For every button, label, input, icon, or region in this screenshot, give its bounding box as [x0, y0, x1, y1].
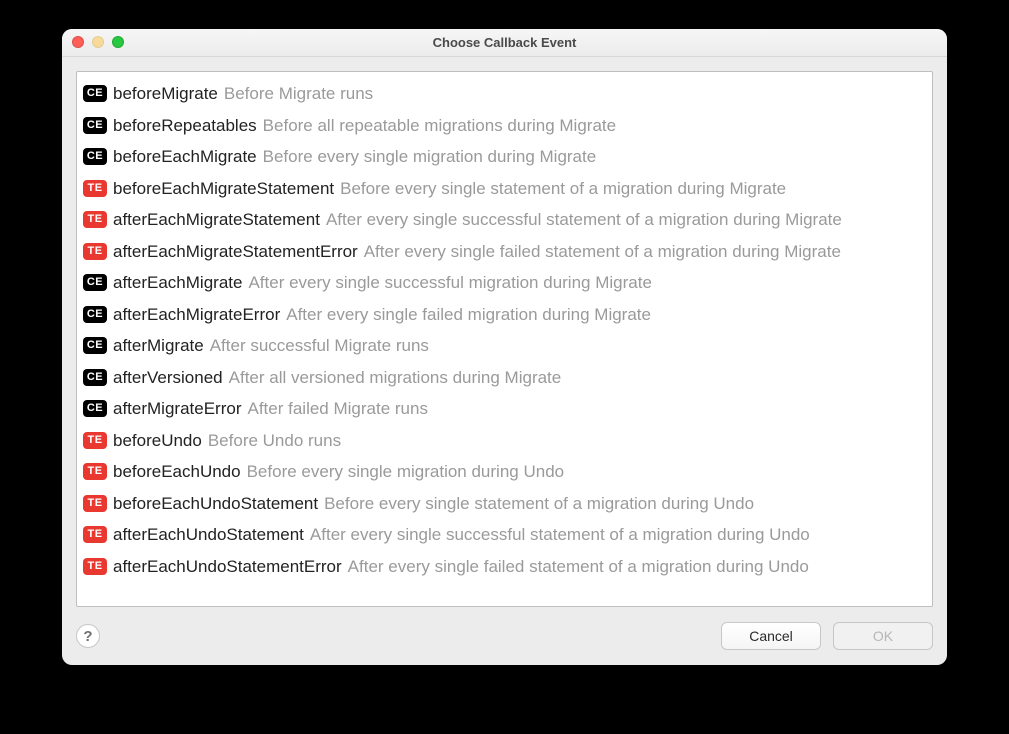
event-description: After every single successful statement … [326, 211, 842, 228]
event-name: beforeUndo [113, 432, 202, 449]
event-name: afterMigrate [113, 337, 204, 354]
event-description: Before every single migration during Mig… [263, 148, 597, 165]
event-name: afterVersioned [113, 369, 223, 386]
list-item[interactable]: TE afterEachMigrateStatement After every s… [83, 204, 928, 236]
ce-badge-icon: CE [83, 148, 107, 165]
te-badge-icon: TE [83, 211, 107, 228]
event-name: beforeEachMigrateStatement [113, 180, 334, 197]
ok-button: OK [833, 622, 933, 650]
event-name: afterMigrateError [113, 400, 241, 417]
window-controls [72, 36, 124, 48]
window-title: Choose Callback Event [433, 35, 577, 50]
list-item[interactable]: TE afterEachMigrateStatementError After ev… [83, 236, 928, 268]
event-description: After every single successful statement … [310, 526, 810, 543]
list-item[interactable]: TE afterEachUndoStatement After every sing… [83, 519, 928, 551]
event-description: After every single failed migration duri… [286, 306, 651, 323]
zoom-icon[interactable] [112, 36, 124, 48]
dialog-body: CE beforeMigrate Before Migrate runs CE befo… [62, 57, 947, 607]
event-name: afterEachMigrateStatement [113, 211, 320, 228]
event-description: Before every single statement of a migra… [324, 495, 754, 512]
te-badge-icon: TE [83, 243, 107, 260]
event-description: After every single failed statement of a… [348, 558, 809, 575]
list-item[interactable]: CE afterEachMigrateError After every singl… [83, 299, 928, 331]
titlebar: Choose Callback Event [62, 29, 947, 57]
te-badge-icon: TE [83, 495, 107, 512]
event-list-frame: CE beforeMigrate Before Migrate runs CE befo… [76, 71, 933, 607]
list-item[interactable]: TE beforeEachUndo Before every single migr… [83, 456, 928, 488]
event-description: After successful Migrate runs [210, 337, 429, 354]
event-name: afterEachMigrateError [113, 306, 280, 323]
te-badge-icon: TE [83, 558, 107, 575]
event-description: Before all repeatable migrations during … [263, 117, 616, 134]
te-badge-icon: TE [83, 432, 107, 449]
ce-badge-icon: CE [83, 85, 107, 102]
ce-badge-icon: CE [83, 369, 107, 386]
event-description: After failed Migrate runs [247, 400, 427, 417]
event-name: afterEachUndoStatementError [113, 558, 342, 575]
list-item[interactable]: CE afterEachMigrate After every single suc… [83, 267, 928, 299]
list-item[interactable]: TE beforeEachMigrateStatement Before every… [83, 173, 928, 205]
te-badge-icon: TE [83, 463, 107, 480]
close-icon[interactable] [72, 36, 84, 48]
te-badge-icon: TE [83, 180, 107, 197]
event-description: After every single successful migration … [248, 274, 651, 291]
event-name: beforeMigrate [113, 85, 218, 102]
event-name: afterEachMigrateStatementError [113, 243, 358, 260]
list-item[interactable]: CE beforeRepeatables Before all repeatable… [83, 110, 928, 142]
event-list[interactable]: CE beforeMigrate Before Migrate runs CE befo… [77, 72, 932, 606]
dialog-footer: ? Cancel OK [62, 607, 947, 665]
list-item[interactable]: CE afterMigrate After successful Migrate r… [83, 330, 928, 362]
event-description: Before Undo runs [208, 432, 341, 449]
list-item[interactable]: TE beforeEachUndoStatement Before every si… [83, 488, 928, 520]
event-description: Before Migrate runs [224, 85, 373, 102]
help-button[interactable]: ? [76, 624, 100, 648]
te-badge-icon: TE [83, 526, 107, 543]
list-item[interactable]: CE beforeMigrate Before Migrate runs [83, 78, 928, 110]
event-description: Before every single statement of a migra… [340, 180, 786, 197]
event-description: After all versioned migrations during Mi… [229, 369, 562, 386]
event-name: beforeRepeatables [113, 117, 257, 134]
list-item[interactable]: CE afterVersioned After all versioned migr… [83, 362, 928, 394]
ce-badge-icon: CE [83, 337, 107, 354]
event-name: beforeEachUndo [113, 463, 241, 480]
dialog-window: Choose Callback Event CE beforeMigrate Bef… [62, 29, 947, 665]
ce-badge-icon: CE [83, 117, 107, 134]
event-description: After every single failed statement of a… [364, 243, 841, 260]
minimize-icon [92, 36, 104, 48]
event-description: Before every single migration during Und… [247, 463, 565, 480]
ce-badge-icon: CE [83, 274, 107, 291]
event-name: afterEachMigrate [113, 274, 242, 291]
list-item[interactable]: CE afterMigrateError After failed Migrate … [83, 393, 928, 425]
ce-badge-icon: CE [83, 306, 107, 323]
cancel-button[interactable]: Cancel [721, 622, 821, 650]
event-name: afterEachUndoStatement [113, 526, 304, 543]
list-item[interactable]: TE afterEachUndoStatementError After every… [83, 551, 928, 583]
event-name: beforeEachMigrate [113, 148, 257, 165]
ce-badge-icon: CE [83, 400, 107, 417]
event-name: beforeEachUndoStatement [113, 495, 318, 512]
list-item[interactable]: TE beforeUndo Before Undo runs [83, 425, 928, 457]
list-item[interactable]: CE beforeEachMigrate Before every single m… [83, 141, 928, 173]
